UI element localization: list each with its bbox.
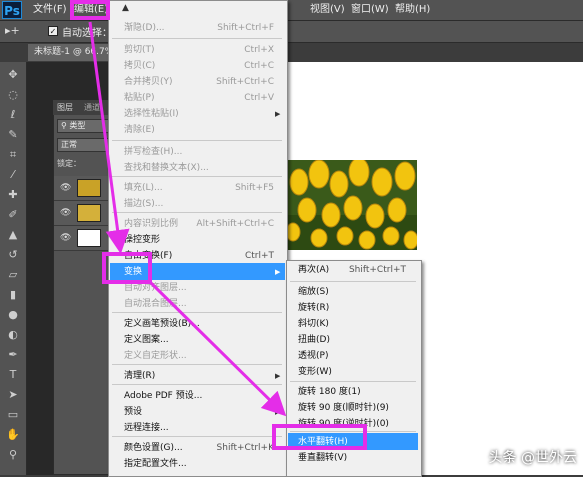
arrow-transform-to-flip (148, 280, 287, 417)
annotation-arrows (88, 21, 287, 417)
watermark: 头条 @世外云 (488, 450, 577, 466)
arrow-edit-to-transform (88, 21, 130, 254)
